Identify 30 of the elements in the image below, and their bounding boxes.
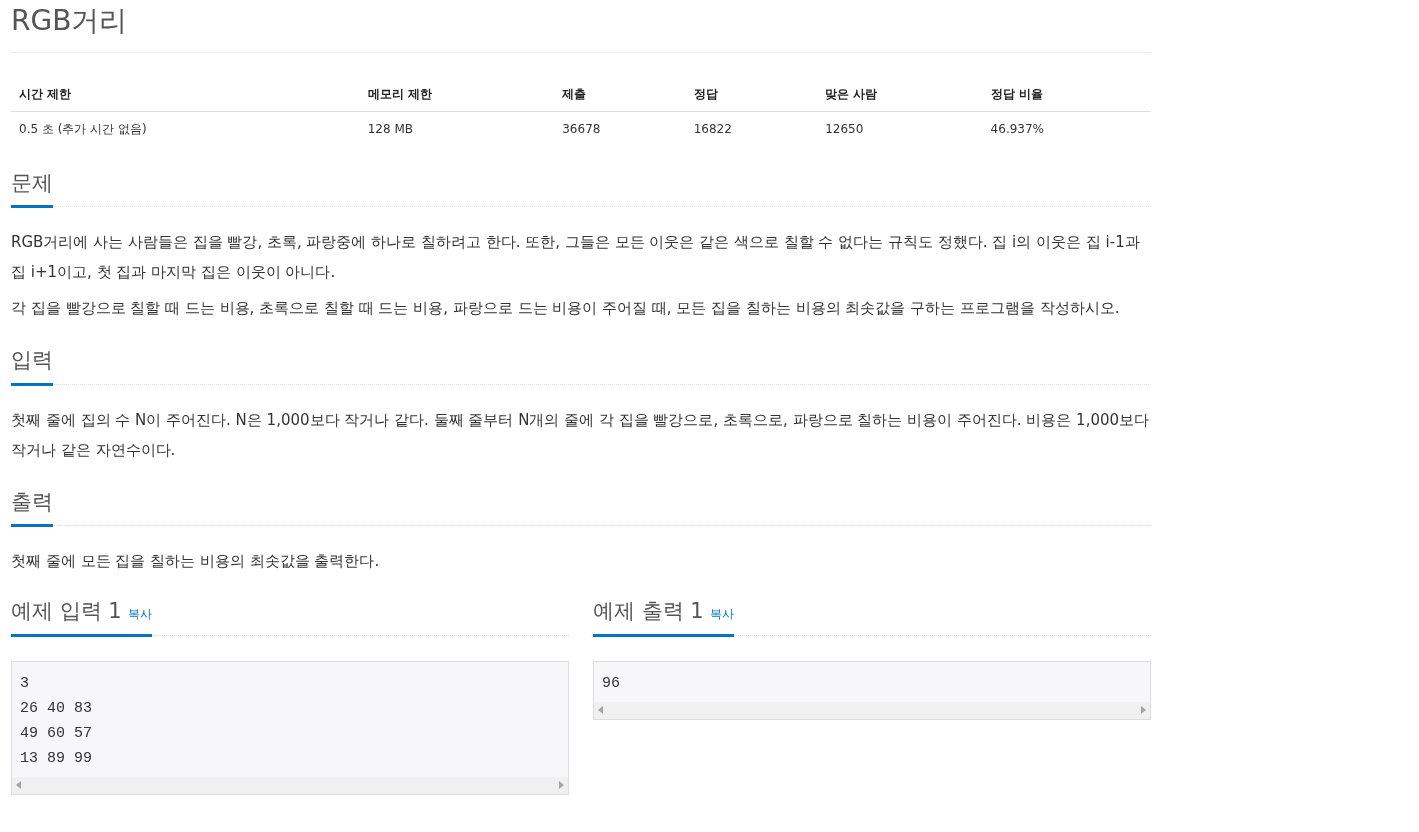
column-header: 맞은 사람	[817, 76, 983, 112]
table-cell: 36678	[554, 111, 686, 146]
page-title: RGB거리	[11, 4, 1151, 53]
column-header: 메모리 제한	[359, 76, 555, 112]
column-header: 제출	[554, 76, 686, 112]
copy-link[interactable]: 복사	[709, 607, 734, 622]
column-header: 정답	[685, 76, 818, 112]
sample-text: 3 26 40 83 49 60 57 13 89 99	[19, 673, 93, 769]
table-cell: 46.937%	[982, 111, 1151, 146]
scroll-right-icon[interactable]	[1141, 706, 1146, 715]
scroll-left-icon[interactable]	[16, 781, 21, 790]
paragraph: 각 집을 빨강으로 칠할 때 드는 비용, 초록으로 칠할 때 드는 비용, 파랑으로 드는 비용이 주어질 때, 모든 집을 칠하는 비용의 최솟값을 구하는 프로그램을 작성하시오.	[11, 298, 1121, 320]
table-cell: 0.5 초 (추가 시간 없음)	[11, 111, 360, 146]
table-cell: 16822	[685, 111, 818, 146]
column-header: 시간 제한	[11, 76, 360, 112]
paragraph: 첫째 줄에 집의 수 N이 주어진다. N은 1,000보다 작거나 같다. 둘째 줄부터 N개의 줄에 각 집을 빨강으로, 초록으로, 파랑으로 칠하는 비용이 주어진다. 비용은 1,000보다 작거나 같은 자연수이다.	[11, 409, 1151, 461]
paragraph: RGB거리에 사는 사람들은 집을 빨강, 초록, 파랑중에 하나로 칠하려고 한다. 또한, 그들은 모든 이웃은 같은 색으로 칠할 수 없다는 규칙도 정했다. 집 i의 이웃은 집 i-1과 집 i+1이고, 첫 집과 마지막 집은 이웃이 아니다.	[11, 232, 1141, 284]
scroll-left-icon[interactable]	[598, 706, 603, 715]
section-heading: 입력	[11, 345, 53, 386]
copy-link[interactable]: 복사	[127, 607, 152, 622]
sample-heading: 예제 입력 1	[11, 599, 122, 624]
table-cell: 12650	[817, 111, 983, 146]
column-header: 정답 비율	[982, 76, 1151, 112]
table-cell: 128 MB	[359, 111, 555, 146]
sample-heading: 예제 출력 1	[593, 599, 704, 624]
paragraph: 첫째 줄에 모든 집을 칠하는 비용의 최솟값을 출력한다.	[11, 551, 381, 573]
section-heading: 문제	[11, 167, 53, 209]
section-heading: 출력	[11, 486, 53, 528]
scroll-right-icon[interactable]	[559, 781, 564, 790]
sample-text: 96	[601, 673, 621, 694]
